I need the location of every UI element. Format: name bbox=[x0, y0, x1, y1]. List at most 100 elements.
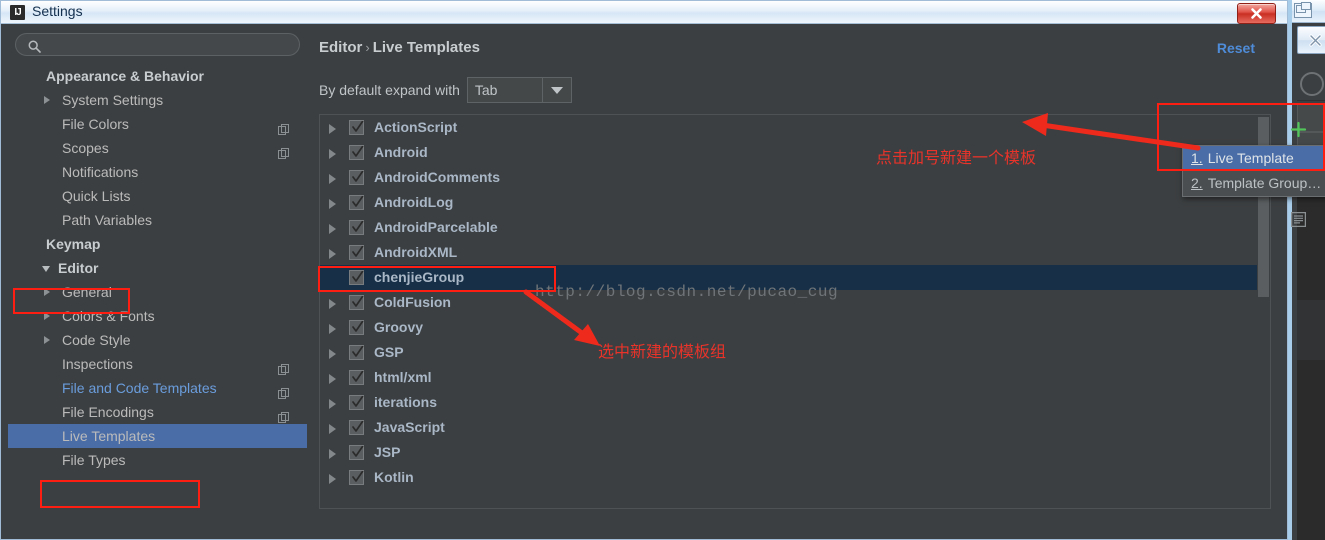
template-group-checkbox[interactable] bbox=[349, 445, 364, 460]
template-group-row[interactable]: GSP bbox=[320, 340, 1270, 365]
template-group-checkbox[interactable] bbox=[349, 195, 364, 210]
copy-settings-icon[interactable] bbox=[278, 382, 289, 399]
popup-menu-item[interactable]: 1. Live Template bbox=[1183, 146, 1325, 171]
template-group-row[interactable]: AndroidParcelable bbox=[320, 215, 1270, 240]
copy-settings-icon[interactable] bbox=[278, 118, 289, 135]
template-group-label: AndroidComments bbox=[374, 169, 500, 185]
template-group-row[interactable]: iterations bbox=[320, 390, 1270, 415]
template-group-checkbox[interactable] bbox=[349, 170, 364, 185]
template-group-checkbox[interactable] bbox=[349, 370, 364, 385]
template-group-checkbox[interactable] bbox=[349, 420, 364, 435]
template-group-checkbox[interactable] bbox=[349, 345, 364, 360]
template-group-label: ActionScript bbox=[374, 119, 458, 135]
template-groups-list: ActionScript Android AndroidComments Androi… bbox=[320, 115, 1270, 490]
chevron-right-icon[interactable] bbox=[329, 224, 336, 234]
chevron-right-icon[interactable] bbox=[44, 312, 50, 320]
expand-with-combobox[interactable]: Tab bbox=[466, 77, 572, 103]
sidebar-item-scopes[interactable]: Scopes bbox=[8, 136, 307, 160]
chevron-right-icon[interactable] bbox=[329, 449, 336, 459]
template-group-checkbox[interactable] bbox=[349, 245, 364, 260]
template-group-row[interactable]: AndroidComments bbox=[320, 165, 1270, 190]
sidebar-item-quick-lists[interactable]: Quick Lists bbox=[8, 184, 307, 208]
template-group-checkbox[interactable] bbox=[349, 395, 364, 410]
popup-menu-item[interactable]: 2. Template Group… bbox=[1183, 171, 1325, 196]
chevron-right-icon[interactable] bbox=[329, 399, 336, 409]
sidebar-item-keymap[interactable]: Keymap bbox=[8, 232, 307, 256]
template-group-row[interactable]: JSP bbox=[320, 440, 1270, 465]
check-icon bbox=[352, 346, 364, 357]
template-group-checkbox[interactable] bbox=[349, 320, 364, 335]
template-group-checkbox[interactable] bbox=[349, 470, 364, 485]
sidebar-item-colors-fonts[interactable]: Colors & Fonts bbox=[8, 304, 307, 328]
chevron-right-icon[interactable] bbox=[44, 336, 50, 344]
sidebar-item-inspections[interactable]: Inspections bbox=[8, 352, 307, 376]
template-group-row[interactable]: html/xml bbox=[320, 365, 1270, 390]
chevron-right-icon[interactable] bbox=[329, 324, 336, 334]
chevron-right-icon[interactable] bbox=[329, 374, 336, 384]
sidebar-item-system-settings[interactable]: System Settings bbox=[8, 88, 307, 112]
dialog-close-button[interactable] bbox=[1237, 3, 1276, 24]
template-text-button[interactable] bbox=[1282, 204, 1315, 234]
list-scrollbar-thumb[interactable] bbox=[1258, 117, 1269, 297]
chevron-right-icon[interactable] bbox=[329, 199, 336, 209]
chevron-right-icon[interactable] bbox=[329, 149, 336, 159]
sidebar-item-general[interactable]: General bbox=[8, 280, 307, 304]
template-group-checkbox[interactable] bbox=[349, 120, 364, 135]
template-group-label: Groovy bbox=[374, 319, 424, 335]
template-group-row[interactable]: AndroidXML bbox=[320, 240, 1270, 265]
template-group-checkbox[interactable] bbox=[349, 295, 364, 310]
sidebar-item-appearance-behavior[interactable]: Appearance & Behavior bbox=[8, 64, 307, 88]
chevron-right-icon[interactable] bbox=[329, 174, 336, 184]
chevron-down-icon[interactable] bbox=[541, 78, 571, 102]
sidebar-item-file-colors[interactable]: File Colors bbox=[8, 112, 307, 136]
template-group-label: AndroidParcelable bbox=[374, 219, 498, 235]
main-content: Editor › Live Templates Reset By default e… bbox=[307, 26, 1307, 539]
search-field-wrapper[interactable] bbox=[15, 33, 300, 56]
chevron-right-icon[interactable] bbox=[44, 288, 50, 296]
chevron-right-icon[interactable] bbox=[329, 349, 336, 359]
search-icon bbox=[1300, 72, 1324, 96]
chevron-right-icon[interactable] bbox=[329, 249, 336, 259]
copy-settings-icon[interactable] bbox=[278, 142, 289, 159]
background-window-close-button[interactable] bbox=[1297, 26, 1325, 54]
breadcrumb-parent[interactable]: Editor bbox=[319, 39, 362, 56]
template-group-checkbox[interactable] bbox=[349, 145, 364, 160]
chevron-down-icon[interactable] bbox=[42, 266, 50, 272]
template-group-checkbox[interactable] bbox=[349, 220, 364, 235]
popup-menu-item-number: 1. bbox=[1191, 150, 1203, 166]
sidebar-item-path-variables[interactable]: Path Variables bbox=[8, 208, 307, 232]
copy-settings-icon[interactable] bbox=[278, 358, 289, 375]
sidebar-item-notifications[interactable]: Notifications bbox=[8, 160, 307, 184]
chevron-right-icon[interactable] bbox=[329, 124, 336, 134]
chevron-right-icon[interactable] bbox=[329, 299, 336, 309]
chevron-right-icon[interactable] bbox=[329, 474, 336, 484]
sidebar-item-file-types[interactable]: File Types bbox=[8, 448, 307, 472]
copy-settings-icon[interactable] bbox=[278, 406, 289, 423]
sidebar-item-live-templates[interactable]: Live Templates bbox=[8, 424, 307, 448]
chevron-right-icon[interactable] bbox=[329, 424, 336, 434]
search-input[interactable] bbox=[46, 37, 298, 55]
arrow-to-group bbox=[523, 289, 600, 346]
sidebar-item-editor[interactable]: Editor bbox=[8, 256, 307, 280]
sidebar-item-file-encodings[interactable]: File Encodings bbox=[8, 400, 307, 424]
sidebar-item-code-style[interactable]: Code Style bbox=[8, 328, 307, 352]
template-group-row[interactable]: AndroidLog bbox=[320, 190, 1270, 215]
template-group-label: AndroidLog bbox=[374, 194, 454, 210]
template-group-row[interactable]: JavaScript bbox=[320, 415, 1270, 440]
add-template-button[interactable] bbox=[1282, 114, 1315, 144]
template-group-row[interactable]: Kotlin bbox=[320, 465, 1270, 490]
template-group-label: html/xml bbox=[374, 369, 432, 385]
annotation-select-group: 选中新建的模板组 bbox=[598, 342, 727, 361]
sidebar-item-file-and-code-templates[interactable]: File and Code Templates bbox=[8, 376, 307, 400]
template-group-row[interactable]: Groovy bbox=[320, 315, 1270, 340]
popup-menu-item-label: Template Group… bbox=[1207, 175, 1322, 191]
sidebar-item-label: Code Style bbox=[62, 332, 131, 348]
intellij-logo-icon: IJ bbox=[10, 5, 25, 20]
check-icon bbox=[352, 421, 364, 432]
restore-icon[interactable] bbox=[1294, 2, 1312, 18]
template-group-label: ColdFusion bbox=[374, 294, 451, 310]
chevron-right-icon[interactable] bbox=[44, 96, 50, 104]
reset-link[interactable]: Reset bbox=[1217, 40, 1255, 56]
template-group-label: iterations bbox=[374, 394, 438, 410]
template-group-checkbox[interactable] bbox=[349, 270, 364, 285]
